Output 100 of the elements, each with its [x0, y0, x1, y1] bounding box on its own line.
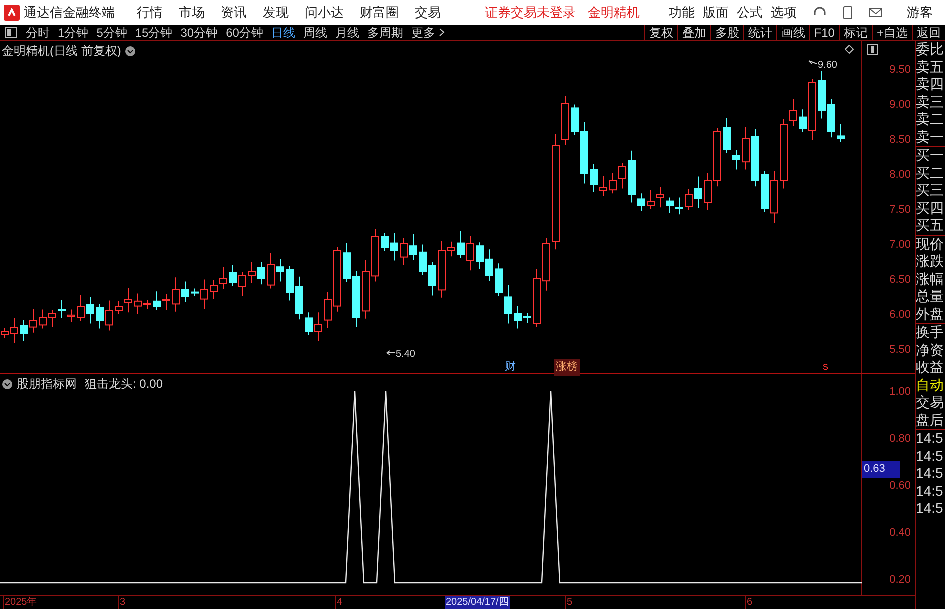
- quote-field-label: 卖一: [916, 128, 945, 146]
- menu-item[interactable]: 行情: [137, 2, 163, 22]
- menu-item[interactable]: 发现: [263, 2, 289, 22]
- quote-field-label: 换手: [916, 323, 945, 342]
- indicator-name: 股朋指标网: [17, 376, 77, 393]
- price-axis-label: 8.00: [890, 168, 911, 183]
- period-tab[interactable]: 30分钟: [176, 24, 222, 42]
- arrow-icon: [808, 60, 818, 66]
- quote-field-label: 买一: [916, 146, 945, 164]
- quote-field-label: 卖二: [916, 111, 945, 128]
- toolbar-button[interactable]: 画线: [776, 25, 810, 40]
- period-tab[interactable]: 更多: [407, 24, 440, 42]
- chart-title: 金明精机(日线 前复权): [2, 43, 122, 60]
- toolbar-button[interactable]: 多股: [710, 25, 744, 40]
- finance-marker[interactable]: 财: [505, 359, 516, 376]
- indicator-value: 狙击龙头: 0.00: [85, 376, 164, 393]
- menu-item[interactable]: 财富圈: [360, 2, 399, 22]
- toolbar-button[interactable]: 统计: [743, 25, 776, 40]
- indicator-axis-label: 0.40: [890, 526, 911, 541]
- menu-item[interactable]: 市场: [179, 2, 205, 22]
- period-tab[interactable]: 多周期: [363, 24, 408, 42]
- quote-field-label: 买三: [916, 182, 945, 200]
- quote-field-label: 卖四: [916, 76, 945, 94]
- quote-field-label: 买五: [916, 217, 945, 234]
- period-tab[interactable]: 15分钟: [131, 24, 177, 42]
- quote-field-label: 14:5: [916, 465, 944, 482]
- price-axis-label: 9.50: [890, 63, 911, 78]
- phone-icon[interactable]: [843, 6, 853, 20]
- toolbar-button[interactable]: 返回: [912, 25, 945, 40]
- indicator-axis-label: 1.00: [890, 385, 911, 400]
- price-axis-label: 9.00: [890, 98, 911, 113]
- menu-item[interactable]: 交易: [415, 2, 441, 22]
- quote-field-label: 14:5: [916, 448, 944, 465]
- price-axis-label: 6.00: [890, 308, 911, 323]
- cursor-value-label: 0.63: [862, 461, 900, 478]
- quote-field-label: 委比: [916, 41, 945, 58]
- date-axis-label: 2025年: [3, 596, 38, 609]
- signal-marker[interactable]: s: [823, 359, 828, 376]
- tool-menu-item[interactable]: 版面: [703, 2, 729, 22]
- quote-field-label: 14:5: [916, 500, 944, 518]
- stock-name: 金明精机: [588, 4, 640, 22]
- app-name: 通达信金融终端: [24, 4, 115, 22]
- panel-icon[interactable]: [867, 44, 878, 55]
- quote-field-label: 外盘: [916, 306, 945, 323]
- price-axis-label: 7.50: [890, 203, 911, 218]
- indicator-axis-label: 0.20: [890, 573, 911, 588]
- quote-field-label: 收益: [916, 359, 945, 376]
- quote-field-label: 自动: [916, 376, 945, 394]
- diamond-icon[interactable]: [845, 45, 854, 54]
- toolbar-button[interactable]: +自选: [872, 25, 912, 40]
- date-axis-label: 3: [118, 596, 126, 609]
- user-label[interactable]: 游客: [907, 2, 933, 22]
- date-axis-label: 4: [335, 596, 343, 609]
- period-tab[interactable]: 60分钟: [222, 24, 268, 42]
- period-tab[interactable]: 1分钟: [54, 24, 93, 42]
- toolbar-button[interactable]: 叠加: [677, 25, 710, 40]
- period-tab[interactable]: 分时: [22, 24, 54, 42]
- quote-field-label: 现价: [916, 234, 945, 253]
- tool-menu-item[interactable]: 功能: [669, 2, 695, 22]
- toolbar-button[interactable]: 复权: [644, 25, 678, 40]
- toolbar-button[interactable]: F10: [809, 25, 839, 40]
- menu-item[interactable]: 资讯: [221, 2, 247, 22]
- quote-field-label: 涨跌: [916, 253, 945, 270]
- tool-menu-item[interactable]: 公式: [737, 2, 763, 22]
- tool-menu-item[interactable]: 选项: [771, 2, 797, 22]
- chevron-down-icon[interactable]: [2, 378, 13, 390]
- limit-up-marker[interactable]: 涨榜: [554, 359, 580, 376]
- panel-toggle-icon[interactable]: [5, 27, 17, 38]
- quote-field-label: 盘后: [916, 412, 945, 429]
- login-notice[interactable]: 证券交易未登录: [485, 2, 576, 22]
- quote-field-label: 交易: [916, 394, 945, 412]
- quote-field-label: 卖三: [916, 94, 945, 111]
- quote-field-label: 净资: [916, 342, 945, 359]
- arrow-icon: [386, 350, 396, 356]
- price-axis-label: 5.50: [890, 343, 911, 358]
- high-price-label: 9.60: [818, 59, 838, 73]
- chevron-right-icon[interactable]: [439, 28, 446, 37]
- quote-field-label: 买四: [916, 200, 945, 217]
- menu-item[interactable]: 问小达: [305, 2, 344, 22]
- date-axis-label: 5: [565, 596, 573, 609]
- chevron-down-icon[interactable]: [125, 46, 136, 56]
- toolbar-button[interactable]: 标记: [838, 25, 872, 40]
- quote-field-label: 买二: [916, 164, 945, 182]
- price-axis-label: 7.00: [890, 238, 911, 253]
- price-axis-label: 6.50: [890, 273, 911, 288]
- price-axis-label: 8.50: [890, 133, 911, 148]
- date-axis-label: 6: [745, 596, 753, 609]
- quote-field-label: 14:5: [916, 482, 944, 500]
- app-logo-icon: [4, 4, 20, 20]
- low-price-label: 5.40: [396, 348, 416, 362]
- indicator-axis-label: 0.80: [890, 432, 911, 447]
- quote-field-label: 卖五: [916, 58, 945, 76]
- mail-icon[interactable]: [869, 8, 883, 18]
- quote-field-label: 涨幅: [916, 270, 945, 288]
- indicator-axis-label: 0.60: [890, 479, 911, 494]
- period-tab[interactable]: 日线: [267, 24, 300, 42]
- quote-field-label: 14:5: [916, 429, 945, 448]
- period-tab[interactable]: 5分钟: [92, 24, 132, 42]
- period-tab[interactable]: 周线: [299, 24, 332, 42]
- period-tab[interactable]: 月线: [331, 24, 364, 42]
